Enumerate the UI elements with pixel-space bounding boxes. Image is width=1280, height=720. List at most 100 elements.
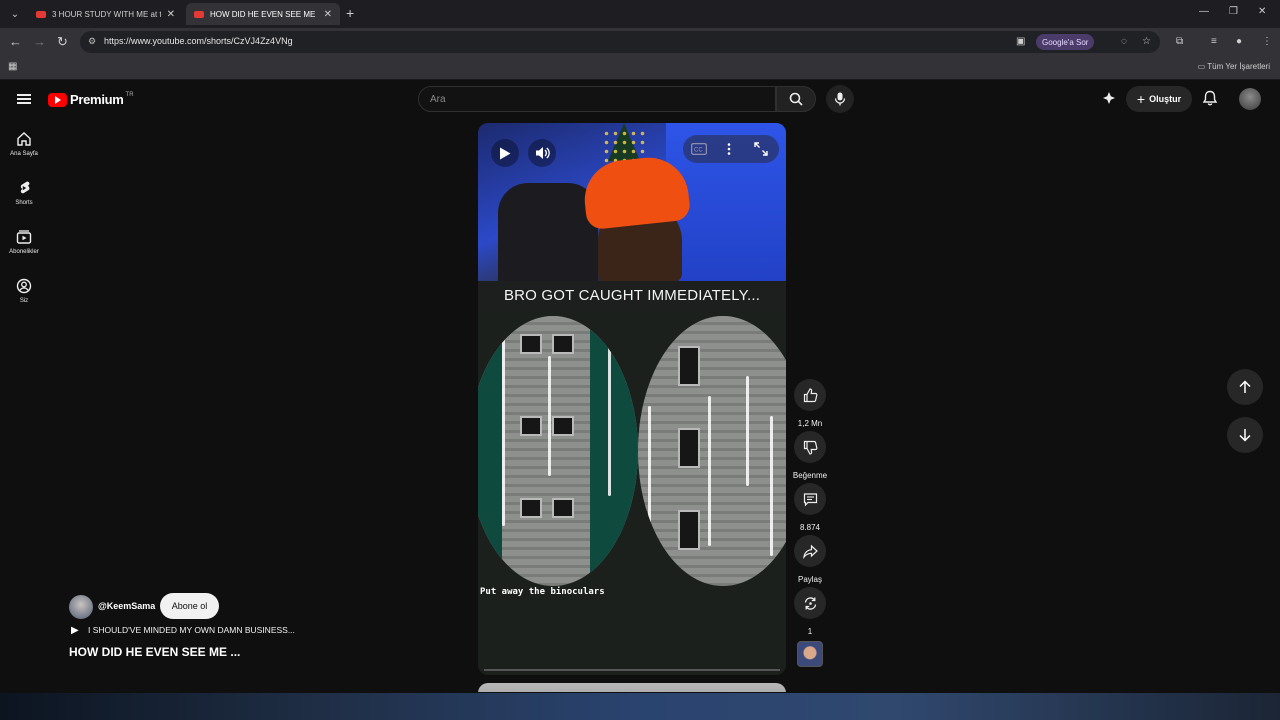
search-input[interactable]: Ara [418, 86, 776, 112]
volume-button[interactable] [528, 139, 556, 167]
arrow-down-icon [1239, 429, 1251, 442]
guide-label: Abonelikler [9, 249, 39, 255]
comment-icon [803, 492, 817, 506]
sound-source-thumbnail[interactable] [797, 641, 823, 667]
restore-icon[interactable]: ❐ [1229, 6, 1238, 17]
thumbs-down-icon [803, 440, 817, 455]
closed-captions-icon[interactable]: CC [691, 143, 707, 155]
address-bar[interactable]: ⚙ https://www.youtube.com/shorts/CzVJ4Zz… [80, 31, 1160, 53]
minimize-icon[interactable]: — [1199, 6, 1209, 17]
remix-count: 1 [807, 627, 813, 636]
install-app-icon[interactable]: ▣ [1016, 36, 1025, 47]
reload-icon[interactable]: ↻ [57, 34, 68, 50]
comment-count: 8.874 [799, 523, 821, 532]
bookmark-star-icon[interactable]: ☆ [1142, 36, 1151, 47]
microphone-icon [834, 92, 846, 106]
all-bookmarks-label: Tüm Yer İşaretleri [1207, 62, 1270, 71]
comments-button[interactable] [794, 483, 826, 515]
apps-grid-icon[interactable]: ▦ [8, 61, 17, 72]
ai-sparkle-icon[interactable] [1101, 91, 1117, 112]
subscribe-button[interactable]: Abone ol [160, 593, 219, 619]
close-tab-icon[interactable]: ✕ [324, 9, 332, 20]
google-lens-ask-button[interactable]: Google'a Sor [1036, 34, 1095, 50]
close-tab-icon[interactable]: ✕ [167, 9, 175, 20]
dislike-label: Beğenme [792, 471, 828, 480]
plus-icon: + [1136, 91, 1146, 107]
bookmarks-bar: ▦ ▭ Tüm Yer İşaretleri [0, 56, 1280, 80]
voice-search-button[interactable] [826, 85, 854, 113]
url-text: https://www.youtube.com/shorts/CzVJ4Zz4V… [104, 36, 293, 46]
binocular-lens-left [478, 316, 638, 586]
tab-search-button[interactable]: ⌄ [6, 5, 24, 23]
next-short-button[interactable] [1227, 417, 1263, 453]
extensions-icon[interactable]: ⧉ [1176, 36, 1183, 47]
background-video-strip [0, 692, 1280, 720]
share-button[interactable] [794, 535, 826, 567]
short-title: HOW DID HE EVEN SEE ME ... [69, 645, 241, 659]
guide-item-shorts[interactable]: Shorts [0, 180, 48, 206]
shorts-icon [20, 181, 30, 194]
media-control-icon[interactable]: ≡ [1211, 36, 1217, 47]
previous-short-button[interactable] [1227, 369, 1263, 405]
video-caption-text: BRO GOT CAUGHT IMMEDIATELY... [478, 281, 786, 311]
music-track-link[interactable]: I SHOULD'VE MINDED MY OWN DAMN BUSINESS.… [88, 625, 295, 635]
window-close-icon[interactable]: ✕ [1258, 6, 1266, 17]
guide-item-subscriptions[interactable]: Abonelikler [0, 229, 48, 255]
channel-name[interactable]: @KeemSama [98, 601, 155, 611]
remix-action: 1 [794, 587, 826, 636]
guide-item-you[interactable]: Siz [0, 278, 48, 304]
play-icon [500, 147, 511, 159]
comments-action: 8.874 [794, 483, 826, 532]
account-avatar[interactable] [1239, 88, 1261, 110]
guide-label: Ana Sayfa [10, 151, 38, 157]
player-controls-group: CC [683, 135, 779, 163]
binocular-lens-right [638, 316, 786, 586]
like-button[interactable] [794, 379, 826, 411]
search-icon [789, 92, 803, 106]
music-play-icon: ▶ [71, 625, 79, 636]
create-button[interactable]: + Oluştur [1126, 86, 1192, 112]
all-bookmarks-button[interactable]: ▭ Tüm Yer İşaretleri [1198, 62, 1270, 71]
browser-tab-active[interactable]: HOW DID HE EVEN SEE ME ... ✕ [186, 3, 340, 25]
notifications-bell-icon[interactable] [1202, 90, 1218, 112]
share-arrow-icon [802, 544, 818, 559]
logo-word: Premium [70, 92, 124, 107]
remix-button[interactable] [794, 587, 826, 619]
volume-icon [535, 147, 550, 159]
browser-tab[interactable]: 3 HOUR STUDY WITH ME at the ✕ [28, 3, 183, 25]
remix-icon [804, 596, 816, 610]
youtube-premium-logo[interactable]: Premium TR [48, 92, 134, 107]
guide-menu-icon[interactable] [17, 94, 31, 104]
forward-icon[interactable]: → [33, 34, 46, 49]
back-icon[interactable]: ← [9, 34, 22, 49]
like-count: 1,2 Mn [797, 419, 823, 428]
tab-title: 3 HOUR STUDY WITH ME at the [52, 9, 161, 19]
guide-item-home[interactable]: Ana Sayfa [0, 131, 48, 157]
home-icon [17, 132, 31, 146]
site-info-icon[interactable]: ⚙ [88, 36, 96, 47]
dislike-action: Beğenme [793, 431, 827, 480]
subscribe-label: Abone ol [171, 601, 208, 611]
guide-label: Shorts [15, 200, 33, 206]
eye-off-icon[interactable]: ◌ [1121, 36, 1127, 47]
youtube-favicon-icon [36, 10, 46, 18]
fullscreen-icon[interactable] [754, 142, 768, 156]
browser-toolbar: ← → ↻ ⚙ https://www.youtube.com/shorts/C… [0, 28, 1280, 56]
more-options-icon[interactable] [727, 143, 731, 155]
new-tab-icon[interactable]: + [346, 5, 354, 21]
youtube-favicon-icon [194, 10, 204, 18]
shorts-video-player[interactable]: CC BRO GOT CAUGHT IMMEDIATELY... Put awa… [478, 123, 786, 675]
create-label: Oluştur [1149, 94, 1182, 104]
youtube-page: Premium TR Ara + Oluştur Ana Sayfa Short… [0, 80, 1280, 720]
video-progress-bar[interactable] [484, 669, 780, 671]
youtube-play-logo-icon [48, 92, 67, 107]
channel-avatar[interactable] [69, 595, 93, 619]
thumbs-up-icon [803, 387, 817, 402]
browser-tab-strip: ⌄ 3 HOUR STUDY WITH ME at the ✕ HOW DID … [0, 0, 1280, 28]
search-button[interactable] [776, 86, 816, 112]
menu-kebab-icon[interactable]: ⋮ [1262, 36, 1272, 47]
search-placeholder: Ara [430, 94, 446, 105]
profile-icon[interactable]: ● [1236, 36, 1242, 47]
play-button[interactable] [491, 139, 519, 167]
dislike-button[interactable] [794, 431, 826, 463]
